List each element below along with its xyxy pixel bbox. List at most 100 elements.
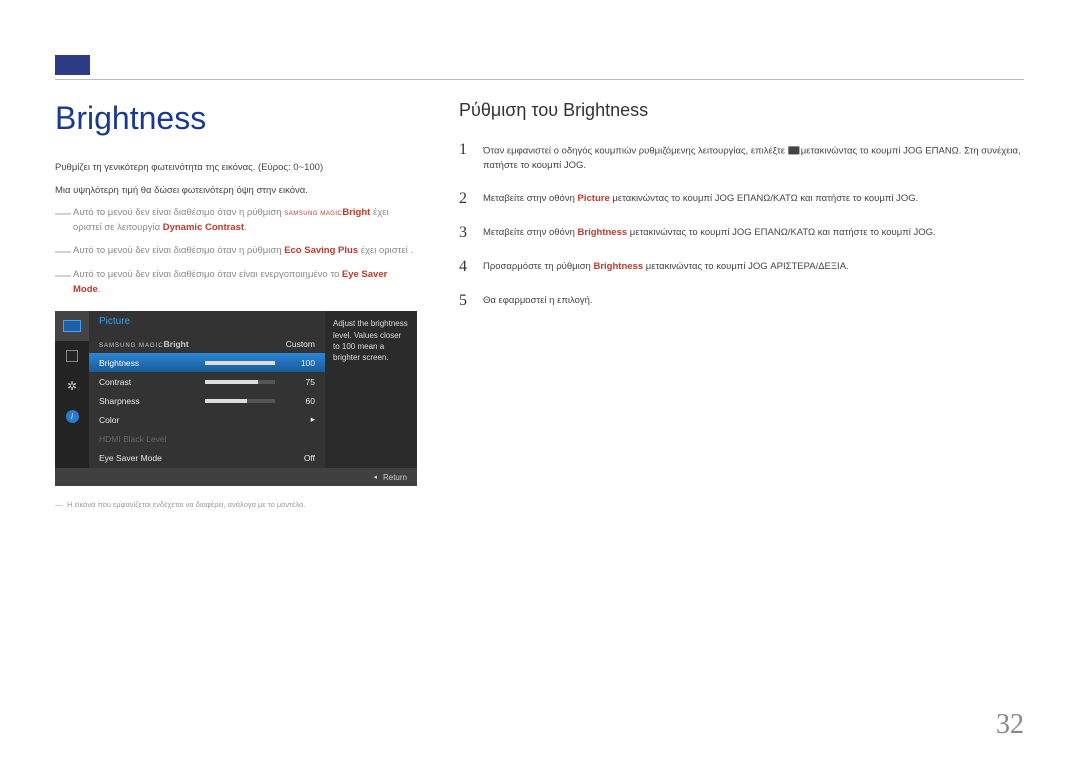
menu-icon: ▮▮▮ [788, 143, 799, 159]
osd-tab-picture[interactable] [55, 311, 89, 341]
page-number: 32 [996, 709, 1024, 741]
osd-label: HDMI Black Level [99, 434, 315, 444]
dash-icon: ― [55, 206, 73, 235]
osd-sidebar: ✲ i [55, 311, 89, 468]
osd-value: 75 [281, 377, 315, 387]
note-text-frag: Αυτό το μενού δεν είναι διαθέσιμο όταν ε… [73, 269, 342, 280]
magic-b: Bright [164, 339, 189, 349]
osd-tab-info[interactable]: i [55, 401, 89, 431]
osd-footer: ◂ Return [55, 468, 417, 486]
step-number: 3 [459, 224, 483, 242]
notes-list: ― Αυτό το μενού δεν είναι διαθέσιμο όταν… [55, 206, 417, 297]
osd-return-label[interactable]: Return [383, 473, 407, 482]
step-frag: μετακινώντας το κουμπί JOG ΕΠΑΝΩ/ΚΑΤΩ κα… [627, 227, 936, 238]
step-frag: Μεταβείτε στην οθόνη [483, 227, 578, 238]
step-2: 2 Μεταβείτε στην οθόνη Picture μετακινών… [459, 190, 1024, 208]
osd-panel-title: Picture [89, 311, 325, 334]
note-item-2: ― Αυτό το μενού δεν είναι διαθέσιμο όταν… [55, 244, 417, 260]
osd-label: Brightness [99, 358, 205, 368]
square-icon [66, 350, 78, 362]
magic-small-label: SAMSUNG MAGIC [284, 211, 342, 217]
osd-label: Contrast [99, 377, 205, 387]
chevron-right-icon: ▸ [281, 414, 315, 425]
note-text: Αυτό το μενού δεν είναι διαθέσιμο όταν ε… [73, 268, 417, 297]
osd-label: Sharpness [99, 396, 205, 406]
osd-slider[interactable] [205, 361, 275, 365]
osd-main-panel: Picture SAMSUNG MAGICBright Custom Brigh… [89, 311, 325, 468]
eco-saving-label: Eco Saving Plus [284, 245, 358, 256]
osd-row-magicbright[interactable]: SAMSUNG MAGICBright Custom [89, 334, 325, 353]
header-rule [55, 79, 1024, 80]
step-text: Θα εφαρμοστεί η επιλογή. [483, 292, 1024, 310]
brightness-keyword: Brightness [578, 227, 628, 238]
step-frag: μετακινώντας το κουμπί JOG ΕΠΑΝΩ/ΚΑΤΩ κα… [610, 193, 919, 204]
osd-tab-display[interactable] [55, 341, 89, 371]
osd-row-eyesaver[interactable]: Eye Saver Mode Off [89, 448, 325, 467]
osd-label: Eye Saver Mode [99, 453, 281, 463]
magic-bright-label: Bright [342, 207, 370, 218]
right-column: Ρύθμιση του Brightness 1 Όταν εμφανιστεί… [459, 100, 1024, 509]
step-5: 5 Θα εφαρμοστεί η επιλογή. [459, 292, 1024, 310]
osd-row-brightness[interactable]: Brightness 100 [89, 353, 325, 372]
note-text: Αυτό το μενού δεν είναι διαθέσιμο όταν η… [73, 244, 413, 260]
note-text-frag: . [98, 284, 101, 295]
left-column: Brightness Ρυθμίζει τη γενικότερη φωτειν… [55, 100, 417, 509]
step-frag: Μεταβείτε στην οθόνη [483, 193, 578, 204]
chevron-left-icon: ◂ [373, 473, 377, 481]
osd-value: Custom [281, 339, 315, 349]
section-title: Brightness [55, 100, 417, 137]
info-icon: i [66, 410, 79, 423]
step-text: Μεταβείτε στην οθόνη Brightness μετακινώ… [483, 224, 1024, 242]
osd-help-panel: Adjust the brightness level. Values clos… [325, 311, 417, 468]
step-4: 4 Προσαρμόστε τη ρύθμιση Brightness μετα… [459, 258, 1024, 276]
osd-slider[interactable] [205, 399, 275, 403]
magic-sm: SAMSUNG MAGIC [99, 343, 164, 349]
step-text: Μεταβείτε στην οθόνη Picture μετακινώντα… [483, 190, 1024, 208]
osd-slider[interactable] [205, 380, 275, 384]
osd-value: Off [281, 453, 315, 463]
footnote-text: Η εικόνα που εμφανίζεται ενδέχεται να δι… [67, 500, 305, 509]
osd-row-contrast[interactable]: Contrast 75 [89, 372, 325, 391]
osd-slider-fill [205, 380, 258, 384]
monitor-icon [63, 320, 81, 332]
picture-keyword: Picture [578, 193, 610, 204]
page-content: Brightness Ρυθμίζει τη γενικότερη φωτειν… [55, 100, 1024, 733]
osd-screenshot: ✲ i Picture SAMSUNG MAGICBright Custom B… [55, 311, 417, 486]
note-item-1: ― Αυτό το μενού δεν είναι διαθέσιμο όταν… [55, 206, 417, 235]
step-number: 4 [459, 258, 483, 276]
dash-icon: ― [55, 268, 73, 297]
step-text: Όταν εμφανιστεί ο οδηγός κουμπιών ρυθμιζ… [483, 141, 1024, 174]
step-number: 1 [459, 141, 483, 174]
step-1: 1 Όταν εμφανιστεί ο οδηγός κουμπιών ρυθμ… [459, 141, 1024, 174]
note-text-frag: Αυτό το μενού δεν είναι διαθέσιμο όταν η… [73, 207, 284, 218]
note-text: Αυτό το μενού δεν είναι διαθέσιμο όταν η… [73, 206, 417, 235]
step-frag: Προσαρμόστε τη ρύθμιση [483, 261, 593, 272]
dash-icon: ― [55, 244, 73, 260]
osd-label: SAMSUNG MAGICBright [99, 339, 281, 349]
gear-icon: ✲ [67, 379, 77, 393]
subsection-title: Ρύθμιση του Brightness [459, 100, 1024, 121]
steps-list: 1 Όταν εμφανιστεί ο οδηγός κουμπιών ρυθμ… [459, 141, 1024, 310]
step-number: 2 [459, 190, 483, 208]
step-frag: μετακινώντας το κουμπί JOG ΑΡΙΣΤΕΡΑ/ΔΕΞΙ… [643, 261, 849, 272]
note-text-frag: έχει οριστεί . [358, 245, 413, 256]
step-number: 5 [459, 292, 483, 310]
note-text-frag: Αυτό το μενού δεν είναι διαθέσιμο όταν η… [73, 245, 284, 256]
header-decor [55, 55, 90, 75]
note-text-frag: . [244, 222, 247, 233]
osd-slider-fill [205, 399, 247, 403]
intro-line-1: Ρυθμίζει τη γενικότερη φωτεινότητα της ε… [55, 161, 417, 176]
osd-row-color[interactable]: Color ▸ [89, 410, 325, 429]
intro-line-2: Μια υψηλότερη τιμή θα δώσει φωτεινότερη … [55, 184, 417, 199]
osd-label: Color [99, 415, 281, 425]
osd-value: 100 [281, 358, 315, 368]
image-footnote: ―Η εικόνα που εμφανίζεται ενδέχεται να δ… [55, 500, 417, 509]
note-item-3: ― Αυτό το μενού δεν είναι διαθέσιμο όταν… [55, 268, 417, 297]
osd-tab-settings[interactable]: ✲ [55, 371, 89, 401]
osd-row-sharpness[interactable]: Sharpness 60 [89, 391, 325, 410]
step-frag: Όταν εμφανιστεί ο οδηγός κουμπιών ρυθμιζ… [483, 145, 788, 156]
osd-value: 60 [281, 396, 315, 406]
dash-icon: ― [55, 500, 67, 509]
brightness-keyword: Brightness [593, 261, 643, 272]
step-3: 3 Μεταβείτε στην οθόνη Brightness μετακι… [459, 224, 1024, 242]
